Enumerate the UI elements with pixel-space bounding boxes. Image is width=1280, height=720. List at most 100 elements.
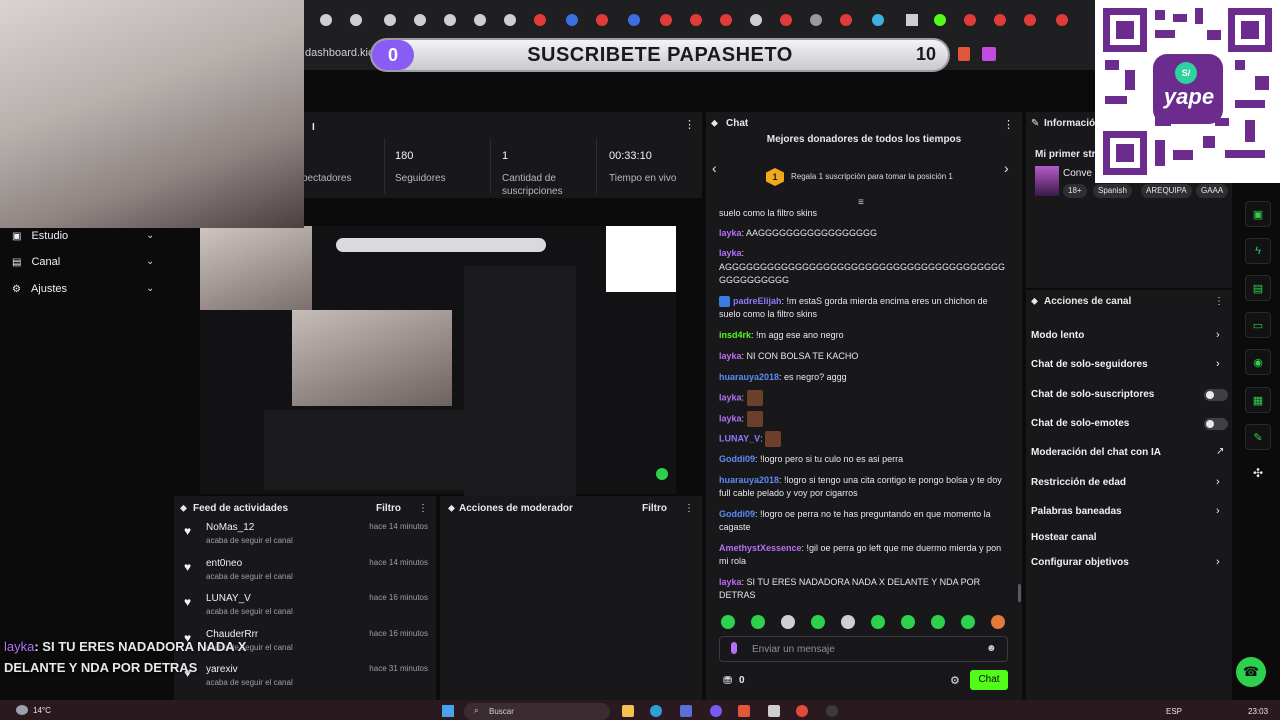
extension-icon[interactable] [982,47,996,61]
emote-icon[interactable] [871,615,885,629]
more-options-icon[interactable]: ⋮ [418,503,428,514]
chevron-right-icon[interactable]: › [1004,160,1009,176]
emote-icon[interactable] [991,615,1005,629]
youtube-tab-icon[interactable] [690,14,702,26]
brave-icon[interactable] [738,705,750,717]
channel-action-slow-mode[interactable]: Modo lento [1031,330,1084,341]
shapes-icon[interactable]: ✣ [1253,466,1263,480]
chat-username[interactable]: layka [719,351,742,361]
windows-start-icon[interactable] [442,705,454,717]
wrench-icon[interactable]: ✎ [1245,424,1271,450]
close-tab-icon[interactable] [906,14,918,26]
tab-icon[interactable] [414,14,426,26]
file-explorer-icon[interactable] [622,705,634,717]
mic-icon[interactable] [731,642,737,654]
edge-icon[interactable] [650,705,662,717]
sidebar-item-channel[interactable]: ▤ Canal [12,256,60,268]
chat-bubble-icon[interactable]: ▭ [1245,312,1271,338]
tab-icon[interactable] [320,14,332,26]
kick-tab-icon[interactable] [934,14,946,26]
tab-icon[interactable] [750,14,762,26]
chat-username[interactable]: Goddi09 [719,454,755,464]
channel-action-banned-words[interactable]: Palabras baneadas [1031,506,1122,517]
sidebar-item-settings[interactable]: ⚙ Ajustes [12,283,67,295]
chat-username[interactable]: huarauya2018 [719,475,779,485]
tab-icon[interactable] [566,14,578,26]
broadcast-icon[interactable]: ◉ [1245,349,1271,375]
youtube-tab-icon[interactable] [780,14,792,26]
chat-username[interactable]: layka [719,228,742,238]
brave-shield-icon[interactable] [958,47,970,61]
send-chat-button[interactable]: Chat [970,670,1008,690]
emote-icon[interactable] [811,615,825,629]
channel-action-ai-moderation[interactable]: Moderación del chat con IA [1031,447,1161,458]
category-name[interactable]: Conve [1063,168,1092,179]
chat-username[interactable]: Goddi09 [719,509,755,519]
weather-icon[interactable] [16,705,28,715]
channel-action-goals[interactable]: Configurar objetivos [1031,557,1129,568]
chat-username[interactable]: padreElijah [733,296,782,306]
chrome-icon[interactable] [796,705,808,717]
tab-icon[interactable] [384,14,396,26]
youtube-tab-icon[interactable] [1024,14,1036,26]
chat-username[interactable]: LUNAY_V [719,433,760,443]
youtube-tab-icon[interactable] [994,14,1006,26]
emoji-icon[interactable]: ☻ [986,643,997,654]
youtube-tab-icon[interactable] [596,14,608,26]
chat-username[interactable]: layka [719,392,742,402]
tab-icon[interactable] [810,14,822,26]
chat-username[interactable]: AmethystXessence [719,543,802,553]
chat-scrollbar[interactable] [1018,584,1021,602]
chat-username[interactable]: insd4rk [719,330,751,340]
channel-action-host[interactable]: Hostear canal [1031,532,1097,543]
lightning-icon[interactable]: ϟ [1245,238,1271,264]
donors-cta[interactable]: Regala 1 suscripción para tomar la posic… [791,172,953,181]
chevron-right-icon[interactable]: › [1216,329,1220,341]
youtube-tab-icon[interactable] [720,14,732,26]
document-icon[interactable]: ▤ [1245,275,1271,301]
more-options-icon[interactable]: ⋮ [1003,118,1014,131]
follower-name[interactable]: LUNAY_V [206,593,251,604]
youtube-tab-icon[interactable] [1056,14,1068,26]
chat-username[interactable]: huarauya2018 [719,372,779,382]
more-options-icon[interactable]: ⋮ [1214,296,1224,307]
emote-icon[interactable] [901,615,915,629]
chat-username[interactable]: layka [719,248,742,258]
youtube-tab-icon[interactable] [964,14,976,26]
activity-feed-filter[interactable]: Filtro [376,503,401,514]
emote-icon[interactable] [721,615,735,629]
follower-name[interactable]: NoMas_12 [206,522,254,533]
emote-icon[interactable] [781,615,795,629]
stream-title[interactable]: Mi primer str [1035,149,1096,160]
tab-icon[interactable] [444,14,456,26]
weather-temp[interactable]: 14°C [33,706,51,715]
tab-icon[interactable] [474,14,486,26]
youtube-tab-icon[interactable] [534,14,546,26]
emote-icon[interactable] [931,615,945,629]
chevron-down-icon[interactable]: ⌄ [146,230,154,241]
mod-actions-filter[interactable]: Filtro [642,503,667,514]
chevron-right-icon[interactable]: › [1216,556,1220,568]
tab-icon[interactable] [628,14,640,26]
channel-action-followers-only[interactable]: Chat de solo-seguidores [1031,359,1148,370]
chevron-right-icon[interactable]: › [1216,476,1220,488]
tab-icon[interactable] [872,14,884,26]
layout-icon[interactable]: ▦ [1245,387,1271,413]
sidebar-item-studio[interactable]: ▣ Estudio [12,230,68,242]
emotes-only-toggle[interactable] [1204,418,1228,430]
store-icon[interactable] [680,705,692,717]
chevron-left-icon[interactable]: ‹ [712,160,717,176]
chevron-down-icon[interactable]: ⌄ [146,283,154,294]
tab-icon[interactable] [504,14,516,26]
follower-name[interactable]: ent0neo [206,558,242,569]
language-indicator[interactable]: ESP [1166,707,1182,716]
taskbar-search[interactable] [464,703,610,720]
subs-only-toggle[interactable] [1204,389,1228,401]
chevron-down-icon[interactable]: ⌄ [146,256,154,267]
emote-icon[interactable] [751,615,765,629]
tab-icon[interactable] [350,14,362,26]
chevron-right-icon[interactable]: › [1216,358,1220,370]
chat-username[interactable]: layka [719,413,742,423]
more-options-icon[interactable]: ⋮ [684,118,695,131]
chat-username[interactable]: layka [719,577,742,587]
